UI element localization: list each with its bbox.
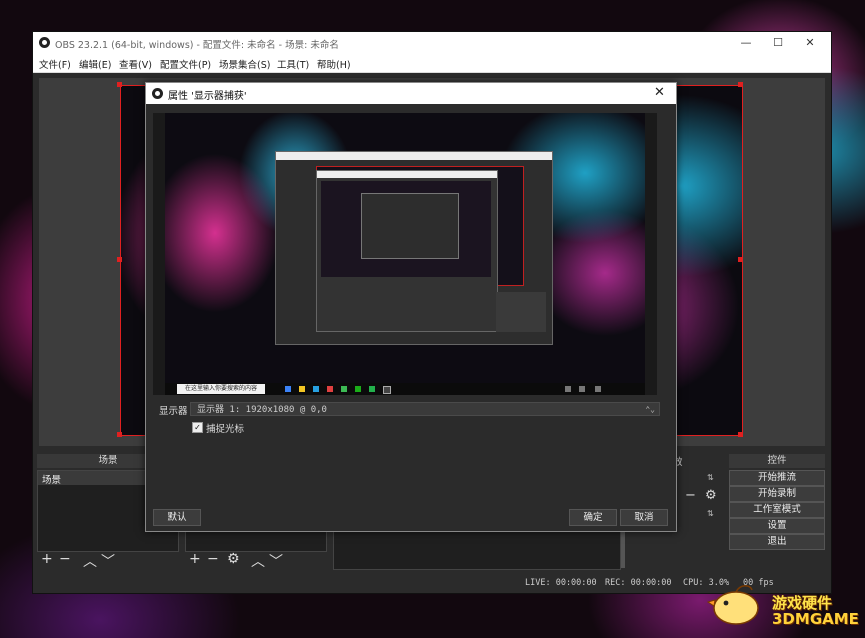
display-label: 显示器 bbox=[159, 406, 188, 417]
taskbar-folder-icon bbox=[299, 386, 305, 392]
taskbar-search: 在这里输入你要搜索的内容 bbox=[177, 384, 265, 394]
taskbar-app-icon bbox=[285, 386, 291, 392]
nested-controls bbox=[496, 292, 546, 332]
transition-settings-gear-icon[interactable]: ⚙ bbox=[705, 488, 717, 503]
dialog-title: 属性 '显示器捕获' bbox=[168, 91, 247, 102]
display-select[interactable]: 显示器 1: 1920x1080 @ 0,0 ⌃⌄ bbox=[190, 402, 660, 416]
close-button[interactable]: ✕ bbox=[795, 35, 825, 51]
sources-toolbar: + − ⚙ ︿ ﹀ bbox=[187, 551, 327, 571]
taskbar-obs-icon bbox=[383, 386, 391, 394]
add-source-icon[interactable]: + bbox=[189, 551, 201, 567]
taskbar-wechat-icon bbox=[355, 386, 361, 392]
capture-cursor-checkbox[interactable]: ✓ bbox=[192, 422, 203, 433]
taskbar-app-icon bbox=[313, 386, 319, 392]
rec-timer: REC: 00:00:00 bbox=[605, 578, 672, 588]
captured-taskbar: 在这里输入你要搜索的内容 bbox=[165, 383, 645, 395]
nested-dialog-preview bbox=[321, 181, 491, 277]
capture-preview: 在这里输入你要搜索的内容 bbox=[153, 113, 657, 395]
add-scene-icon[interactable]: + bbox=[41, 551, 53, 567]
menu-help[interactable]: 帮助(H) bbox=[317, 57, 351, 71]
exit-button[interactable]: 退出 bbox=[729, 534, 825, 550]
nested-dialog bbox=[316, 170, 498, 332]
duration-spin-icon[interactable]: ⇅ bbox=[707, 509, 714, 518]
display-select-value: 显示器 1: 1920x1080 @ 0,0 bbox=[197, 405, 327, 415]
menu-profile[interactable]: 配置文件(P) bbox=[160, 57, 211, 71]
resize-handle[interactable] bbox=[117, 82, 122, 87]
move-up-icon[interactable]: ︿ bbox=[83, 551, 97, 571]
cancel-button[interactable]: 取消 bbox=[620, 509, 668, 526]
resize-handle[interactable] bbox=[738, 257, 743, 262]
resize-handle[interactable] bbox=[117, 432, 122, 437]
resize-handle[interactable] bbox=[738, 432, 743, 437]
start-recording-button[interactable]: 开始录制 bbox=[729, 486, 825, 502]
nested-titlebar bbox=[276, 152, 552, 160]
move-down-icon[interactable]: ﹀ bbox=[101, 551, 115, 571]
dialog-title-bar: 属性 '显示器捕获' ✕ bbox=[146, 83, 676, 104]
controls-dock-header: 控件 bbox=[729, 454, 825, 468]
start-streaming-button[interactable]: 开始推流 bbox=[729, 470, 825, 486]
obs-logo-icon bbox=[39, 37, 50, 48]
menu-tools[interactable]: 工具(T) bbox=[277, 57, 309, 71]
nested-dialog-titlebar bbox=[317, 171, 497, 178]
properties-dialog: 属性 '显示器捕获' ✕ 在这里输入你要搜索的内容 显示器 显示器 1: 192… bbox=[145, 82, 677, 532]
obs-logo-icon bbox=[152, 88, 163, 99]
nested-deeper-window bbox=[361, 193, 459, 259]
menu-edit[interactable]: 编辑(E) bbox=[79, 57, 111, 71]
watermark-mascot-icon bbox=[706, 585, 759, 625]
tray-icon bbox=[565, 386, 571, 392]
resize-handle[interactable] bbox=[738, 82, 743, 87]
title-bar: OBS 23.2.1 (64-bit, windows) - 配置文件: 未命名… bbox=[33, 32, 831, 54]
menu-view[interactable]: 查看(V) bbox=[119, 57, 152, 71]
window-title: OBS 23.2.1 (64-bit, windows) - 配置文件: 未命名… bbox=[55, 40, 339, 51]
menu-scene-collection[interactable]: 场景集合(S) bbox=[219, 57, 270, 71]
ok-button[interactable]: 确定 bbox=[569, 509, 617, 526]
source-up-icon[interactable]: ︿ bbox=[251, 551, 265, 571]
scenes-toolbar: + − ︿ ﹀ bbox=[39, 551, 179, 571]
maximize-button[interactable]: ☐ bbox=[763, 35, 793, 51]
defaults-button[interactable]: 默认 bbox=[153, 509, 201, 526]
taskbar-app-icon bbox=[327, 386, 333, 392]
studio-mode-button[interactable]: 工作室模式 bbox=[729, 502, 825, 518]
source-down-icon[interactable]: ﹀ bbox=[269, 551, 283, 571]
minimize-button[interactable]: — bbox=[731, 35, 761, 51]
nested-obs-window bbox=[275, 151, 553, 345]
transition-remove-icon[interactable]: − bbox=[685, 488, 696, 503]
remove-scene-icon[interactable]: − bbox=[59, 551, 71, 567]
menu-bar: 文件(F) 编辑(E) 查看(V) 配置文件(P) 场景集合(S) 工具(T) … bbox=[33, 54, 831, 73]
watermark-brand: 3DMGAME bbox=[772, 610, 859, 628]
taskbar-chrome-icon bbox=[341, 386, 347, 392]
live-timer: LIVE: 00:00:00 bbox=[525, 578, 597, 588]
remove-source-icon[interactable]: − bbox=[207, 551, 219, 567]
capture-cursor-label: 捕捉光标 bbox=[206, 424, 245, 435]
tray-icon bbox=[579, 386, 585, 392]
spin-arrows-icon[interactable]: ⇅ bbox=[707, 473, 714, 482]
scene-item-label: 场景 bbox=[42, 475, 62, 486]
captured-screen bbox=[165, 113, 645, 383]
dialog-close-button[interactable]: ✕ bbox=[654, 85, 665, 100]
menu-file[interactable]: 文件(F) bbox=[39, 57, 71, 71]
taskbar-app-icon bbox=[369, 386, 375, 392]
tray-icon bbox=[595, 386, 601, 392]
settings-button[interactable]: 设置 bbox=[729, 518, 825, 534]
source-settings-gear-icon[interactable]: ⚙ bbox=[227, 551, 240, 567]
chevron-updown-icon: ⌃⌄ bbox=[645, 405, 655, 414]
resize-handle[interactable] bbox=[117, 257, 122, 262]
